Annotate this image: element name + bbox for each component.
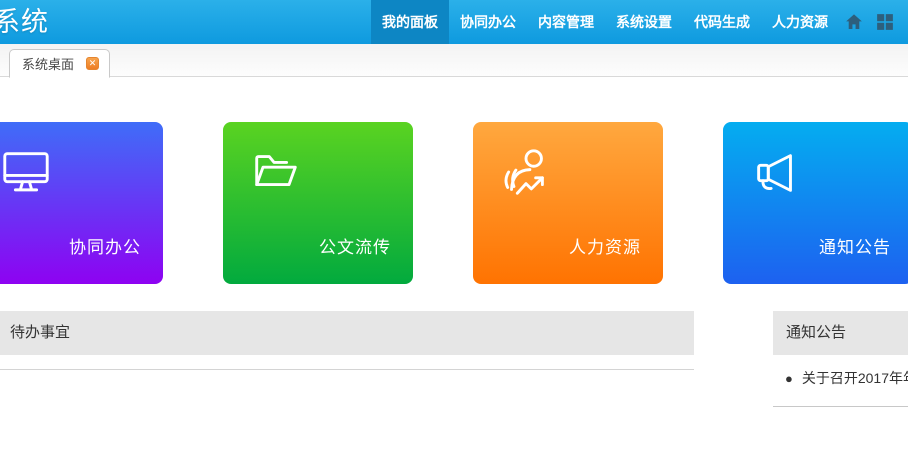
desktop-page: 系统 我的面板 协同办公 内容管理 系统设置 代码生成 人力资源 (0, 0, 908, 454)
tile-label: 公文流传 (319, 233, 391, 258)
tile-label: 协同办公 (69, 233, 141, 258)
tile-collaboration[interactable]: 协同办公 (0, 122, 163, 284)
megaphone-icon (749, 146, 803, 200)
nav-item-code-gen[interactable]: 代码生成 (683, 0, 761, 44)
tile-hr[interactable]: 人力资源 (473, 122, 663, 284)
open-folder-icon (249, 146, 303, 200)
tile-label: 人力资源 (569, 233, 641, 258)
running-person-icon (499, 146, 553, 200)
nav-item-hr[interactable]: 人力资源 (761, 0, 839, 44)
tile-label: 通知公告 (819, 233, 891, 258)
todo-list (0, 355, 694, 370)
notice-list: ● 关于召开2017年年 (773, 355, 908, 407)
notice-panel-title: 通知公告 (773, 311, 908, 355)
grid-icon[interactable] (876, 13, 894, 31)
nav-item-content-mgmt[interactable]: 内容管理 (527, 0, 605, 44)
tab-system-desktop[interactable]: 系统桌面 ✕ (9, 49, 110, 78)
tab-label: 系统桌面 (22, 54, 74, 73)
todo-panel-title: 待办事宜 (0, 311, 694, 355)
nav-item-my-dashboard[interactable]: 我的面板 (371, 0, 449, 44)
home-icon[interactable] (845, 13, 863, 31)
tile-notices[interactable]: 通知公告 (723, 122, 908, 284)
todo-panel: 待办事宜 (0, 311, 694, 370)
nav-item-collaboration[interactable]: 协同办公 (449, 0, 527, 44)
main-nav: 我的面板 协同办公 内容管理 系统设置 代码生成 人力资源 (371, 0, 908, 44)
tile-document-flow[interactable]: 公文流传 (223, 122, 413, 284)
nav-item-system-settings[interactable]: 系统设置 (605, 0, 683, 44)
tiles-row: 协同办公 公文流传 人力资源 (0, 122, 908, 284)
tab-strip (0, 44, 908, 77)
monitor-icon (0, 146, 53, 200)
notice-panel: 通知公告 ● 关于召开2017年年 (773, 311, 908, 407)
notice-list-item[interactable]: ● 关于召开2017年年 (773, 363, 908, 394)
header-icons (839, 0, 908, 44)
close-icon[interactable]: ✕ (86, 57, 99, 70)
notice-item-text: 关于召开2017年年 (802, 370, 908, 386)
bullet-icon: ● (785, 371, 793, 386)
app-header: 系统 我的面板 协同办公 内容管理 系统设置 代码生成 人力资源 (0, 0, 908, 44)
app-title: 系统 (0, 0, 49, 44)
